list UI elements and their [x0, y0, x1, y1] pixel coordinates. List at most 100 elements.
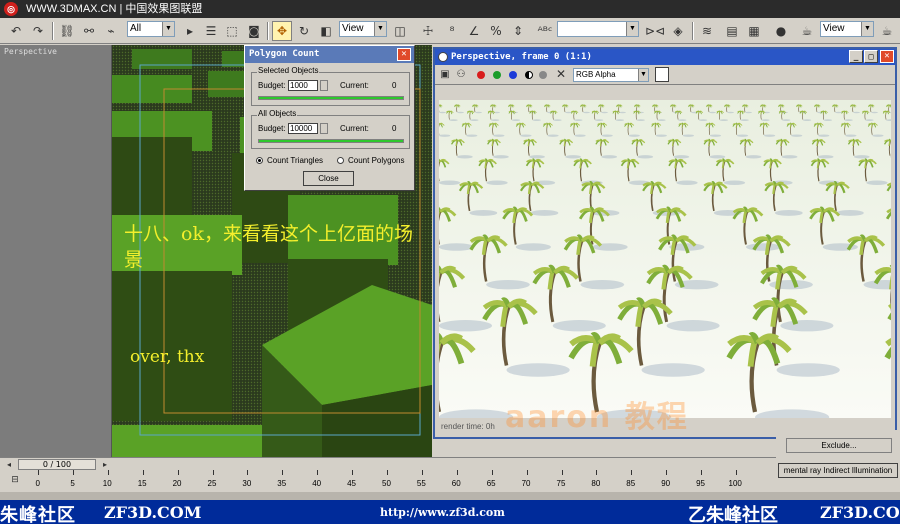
- red-channel-icon[interactable]: [477, 71, 485, 79]
- bind-spacewarp-icon[interactable]: ⌁: [101, 21, 121, 41]
- reference-coord-dropdown[interactable]: View ▼: [339, 21, 387, 37]
- trackbar-tick: [142, 470, 144, 475]
- clone-icon[interactable]: ⚇: [453, 66, 469, 82]
- count-triangles-label[interactable]: Count Triangles: [267, 156, 323, 165]
- layer-manager-icon[interactable]: ≋: [697, 21, 717, 41]
- trackbar-tick-label: 90: [661, 479, 671, 488]
- trackbar-tick: [701, 470, 703, 475]
- selected-objects-group: Selected Objects Budget: 1000 Current: 0: [251, 66, 410, 106]
- chevron-down-icon: ▼: [374, 22, 386, 36]
- exclude-button[interactable]: Exclude...: [786, 438, 892, 453]
- render-view-dropdown[interactable]: View ▼: [820, 21, 874, 37]
- material-editor-icon[interactable]: ●: [771, 21, 791, 41]
- trackbar[interactable]: ⊟ 0 5 10 15 20 25 30 35 40 45 50 55 60 65 70 75 80 85 90 95…: [0, 470, 776, 492]
- all-budget-input[interactable]: 10000: [288, 123, 318, 134]
- select-by-name-icon[interactable]: ☰: [201, 21, 221, 41]
- mental-ray-gi-rollout[interactable]: mental ray Indirect Illumination: [778, 463, 898, 478]
- pivot-center-icon[interactable]: ◫: [390, 21, 410, 41]
- count-triangles-radio[interactable]: [256, 157, 263, 164]
- undo-icon[interactable]: ↶: [6, 21, 26, 41]
- unlink-icon[interactable]: ⚯: [79, 21, 99, 41]
- site-logo-icon: ◎: [4, 2, 18, 16]
- schematic-view-icon[interactable]: ▦: [744, 21, 764, 41]
- polygon-count-titlebar[interactable]: Polygon Count ✕: [245, 46, 414, 63]
- monochrome-icon[interactable]: [539, 71, 547, 79]
- trackbar-tick-label: 55: [416, 479, 426, 488]
- redo-icon[interactable]: ↷: [28, 21, 48, 41]
- next-frame-icon[interactable]: ▸: [98, 458, 112, 470]
- selection-filter-dropdown[interactable]: All ▼: [127, 21, 175, 37]
- channel-value: RGB Alpha: [576, 70, 616, 79]
- all-objects-label: All Objects: [257, 109, 298, 118]
- all-objects-group: All Objects Budget: 10000 Current: 0: [251, 109, 410, 149]
- command-panel: Exclude... mental ray Indirect Illuminat…: [776, 430, 900, 490]
- select-manipulate-icon[interactable]: ☩: [418, 21, 438, 41]
- key-mode-icon[interactable]: ⊟: [6, 473, 24, 487]
- count-polygons-label[interactable]: Count Polygons: [348, 156, 404, 165]
- angle-snap-icon[interactable]: ∠: [464, 21, 484, 41]
- rendered-frame-titlebar[interactable]: Perspective, frame 0 (1:1) _ □ ✕: [435, 49, 895, 65]
- blue-channel-icon[interactable]: [509, 71, 517, 79]
- scale-icon[interactable]: ◧: [316, 21, 336, 41]
- maximize-icon[interactable]: □: [864, 50, 878, 63]
- trackbar-tick-label: 95: [696, 479, 705, 488]
- move-icon[interactable]: ✥: [272, 21, 292, 41]
- window-crossing-icon[interactable]: ◙: [244, 21, 264, 41]
- polygon-count-title: Polygon Count: [249, 49, 320, 59]
- render-scene-icon[interactable]: ☕: [797, 21, 817, 41]
- trackbar-tick-label: 65: [486, 479, 496, 488]
- status-bar: [0, 492, 900, 500]
- rect-selection-icon[interactable]: ⬚: [222, 21, 242, 41]
- align-icon[interactable]: ◈: [668, 21, 688, 41]
- named-selection-icon[interactable]: ᴬᴮᶜ: [535, 21, 555, 41]
- forum-name-right: 乙朱峰社区: [688, 505, 778, 524]
- close-icon[interactable]: ✕: [397, 48, 411, 61]
- named-selection-dropdown[interactable]: ▼: [557, 21, 639, 37]
- trackbar-tick: [456, 470, 458, 475]
- alpha-channel-icon[interactable]: [525, 71, 533, 79]
- selected-budget-input[interactable]: 1000: [288, 80, 318, 91]
- percent-snap-icon[interactable]: %: [486, 21, 506, 41]
- minimize-icon[interactable]: _: [849, 50, 863, 63]
- trackbar-tick-label: 35: [277, 479, 287, 488]
- all-current-label: Current:: [340, 124, 369, 133]
- rotate-icon[interactable]: ↻: [294, 21, 314, 41]
- spinner-snap-icon[interactable]: ⇕: [508, 21, 528, 41]
- trackbar-tick: [561, 470, 563, 475]
- color-swatch[interactable]: [655, 67, 669, 82]
- curve-editor-icon[interactable]: ▤: [722, 21, 742, 41]
- trackbar-tick: [421, 470, 423, 475]
- trackbar-tick: [526, 470, 528, 475]
- mirror-icon[interactable]: ⊳⊲: [645, 21, 665, 41]
- quick-render-icon[interactable]: ☕: [877, 21, 897, 41]
- forum-domain-right: ZF3D.COM: [820, 503, 900, 522]
- site-banner-text: WWW.3DMAX.CN | 中国效果图联盟: [26, 3, 203, 15]
- trackbar-tick-label: 25: [207, 479, 217, 488]
- main-toolbar: ↶ ↷ ⛓ ⚯ ⌁ All ▼ ▸ ☰ ⬚ ◙ ✥ ↻ ◧ View ▼ ◫ ☩…: [0, 18, 900, 44]
- link-icon[interactable]: ⛓: [57, 21, 77, 41]
- rendered-frame-title: Perspective, frame 0 (1:1): [451, 52, 592, 62]
- all-progress-bar: [258, 139, 404, 143]
- site-banner: ◎ WWW.3DMAX.CN | 中国效果图联盟: [0, 0, 900, 18]
- trackbar-tick: [352, 470, 354, 475]
- all-budget-spinner[interactable]: [320, 123, 328, 134]
- close-icon[interactable]: ✕: [880, 50, 894, 63]
- selected-progress-fill: [259, 97, 403, 99]
- clear-icon[interactable]: ✕: [553, 66, 569, 82]
- channel-dropdown[interactable]: RGB Alpha ▼: [573, 68, 649, 82]
- prev-frame-icon[interactable]: ◂: [2, 458, 16, 470]
- selected-budget-spinner[interactable]: [320, 80, 328, 91]
- time-slider[interactable]: 0 / 100: [18, 459, 96, 470]
- save-icon[interactable]: ▣: [437, 66, 453, 82]
- green-channel-icon[interactable]: [493, 71, 501, 79]
- trackbar-tick: [107, 470, 109, 475]
- snap-toggle-icon[interactable]: ⁸: [442, 21, 462, 41]
- forum-url[interactable]: http://www.zf3d.com: [380, 506, 505, 519]
- viewport-label[interactable]: Perspective: [4, 47, 57, 56]
- close-button[interactable]: Close: [303, 171, 354, 186]
- forum-name-left: 朱峰社区: [0, 505, 76, 524]
- all-budget-label: Budget:: [258, 124, 286, 133]
- count-polygons-radio[interactable]: [337, 157, 344, 164]
- select-object-icon[interactable]: ▸: [180, 21, 200, 41]
- chevron-down-icon: ▼: [626, 22, 638, 36]
